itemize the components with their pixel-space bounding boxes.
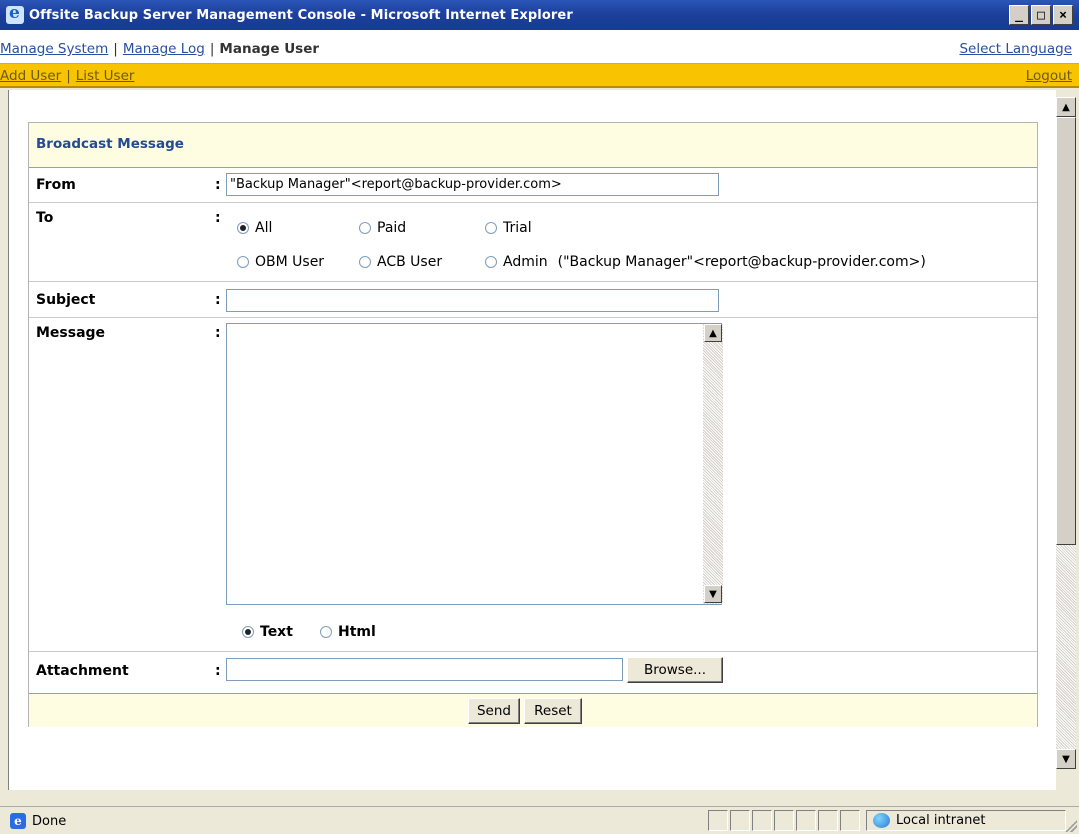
message-label: Message [36, 325, 106, 341]
scroll-track[interactable] [1056, 545, 1076, 749]
ie-page-icon: e [10, 813, 26, 829]
status-cell [708, 810, 728, 831]
nav-separator: | [209, 41, 215, 57]
sub-nav: Add User | List User Logout [0, 64, 1079, 88]
attachment-input[interactable] [226, 658, 623, 681]
colon: : [215, 292, 221, 308]
radio-unchecked-icon[interactable] [320, 626, 332, 638]
status-cell [818, 810, 838, 831]
subnav-separator: | [66, 68, 71, 84]
radio-unchecked-icon[interactable] [359, 256, 371, 268]
scroll-up-arrow-icon[interactable]: ▲ [1056, 97, 1076, 117]
status-cell [774, 810, 794, 831]
radio-checked-icon[interactable] [237, 222, 249, 234]
status-cell [840, 810, 860, 831]
to-option-trial[interactable]: Trial [485, 220, 532, 236]
nav-manage-system-link[interactable]: Manage System [0, 41, 108, 57]
to-option-obm-user[interactable]: OBM User [237, 254, 324, 270]
subject-row: Subject : [29, 282, 1037, 318]
radio-unchecked-icon[interactable] [237, 256, 249, 268]
status-text: e Done [10, 813, 66, 829]
status-cell [796, 810, 816, 831]
attachment-label: Attachment [36, 663, 129, 679]
to-option-admin[interactable]: Admin ("Backup Manager"<report@backup-pro… [485, 254, 926, 270]
list-user-link[interactable]: List User [76, 68, 135, 84]
resize-grip-icon[interactable] [1065, 820, 1077, 832]
form-footer: Send Reset [29, 693, 1037, 727]
maximize-button[interactable]: □ [1031, 5, 1051, 25]
scroll-down-arrow-icon[interactable]: ▼ [1056, 749, 1076, 769]
from-row: From : "Backup Manager"<report@backup-pr… [29, 169, 1037, 203]
left-frame-edge [0, 90, 9, 790]
page-scrollbar[interactable]: ▲ ▼ [1056, 97, 1076, 769]
to-option-all[interactable]: All [237, 220, 272, 236]
browse-button[interactable]: Browse... [627, 657, 723, 683]
status-cells [708, 810, 860, 831]
send-button[interactable]: Send [468, 698, 520, 724]
add-user-link[interactable]: Add User [0, 68, 61, 84]
from-label: From [36, 177, 76, 193]
reset-button[interactable]: Reset [524, 698, 582, 724]
subject-input[interactable] [226, 289, 719, 312]
radio-checked-icon[interactable] [242, 626, 254, 638]
main-nav: Manage System | Manage Log | Manage User Sel… [0, 30, 1079, 64]
radio-unchecked-icon[interactable] [485, 222, 497, 234]
to-row: To : All Paid Trial OBM User ACB User Ad… [29, 203, 1037, 282]
to-label: To [36, 210, 54, 226]
intranet-globe-icon [873, 813, 890, 828]
colon: : [215, 210, 221, 226]
attachment-row: Attachment : Browse... [29, 652, 1037, 692]
window-title-bar: Offsite Backup Server Management Console… [0, 0, 1079, 30]
from-input[interactable]: "Backup Manager"<report@backup-provider.… [226, 173, 719, 196]
nav-separator: | [113, 41, 118, 57]
window-title: Offsite Backup Server Management Console… [29, 7, 573, 23]
message-scrollbar[interactable]: ▲ ▼ [703, 324, 723, 604]
radio-unchecked-icon[interactable] [485, 256, 497, 268]
format-option-text[interactable]: Text [242, 624, 293, 640]
format-option-html[interactable]: Html [320, 624, 376, 640]
colon: : [215, 325, 221, 341]
admin-address: ("Backup Manager"<report@backup-provider… [557, 254, 926, 270]
security-zone: Local intranet [866, 810, 1066, 831]
status-cell [730, 810, 750, 831]
scroll-thumb[interactable] [1056, 117, 1076, 545]
select-language-link[interactable]: Select Language [959, 41, 1072, 57]
close-button[interactable]: × [1053, 5, 1073, 25]
panel-title: Broadcast Message [29, 123, 1037, 168]
window-controls: _ □ × [1009, 5, 1073, 25]
subject-label: Subject [36, 292, 96, 308]
nav-manage-log-link[interactable]: Manage Log [123, 41, 205, 57]
to-option-acb-user[interactable]: ACB User [359, 254, 442, 270]
to-option-paid[interactable]: Paid [359, 220, 406, 236]
broadcast-message-panel: Broadcast Message From : "Backup Manager… [28, 122, 1038, 727]
status-cell [752, 810, 772, 831]
logout-link[interactable]: Logout [1026, 68, 1072, 84]
colon: : [215, 177, 221, 193]
minimize-button[interactable]: _ [1009, 5, 1029, 25]
status-bar: e Done Local intranet [0, 806, 1079, 834]
colon: : [215, 663, 221, 679]
radio-unchecked-icon[interactable] [359, 222, 371, 234]
scroll-up-arrow-icon[interactable]: ▲ [704, 324, 722, 342]
nav-manage-user-current: Manage User [219, 41, 320, 57]
scroll-down-arrow-icon[interactable]: ▼ [704, 585, 722, 603]
ie-app-icon [6, 3, 24, 24]
message-textarea[interactable] [226, 323, 722, 605]
